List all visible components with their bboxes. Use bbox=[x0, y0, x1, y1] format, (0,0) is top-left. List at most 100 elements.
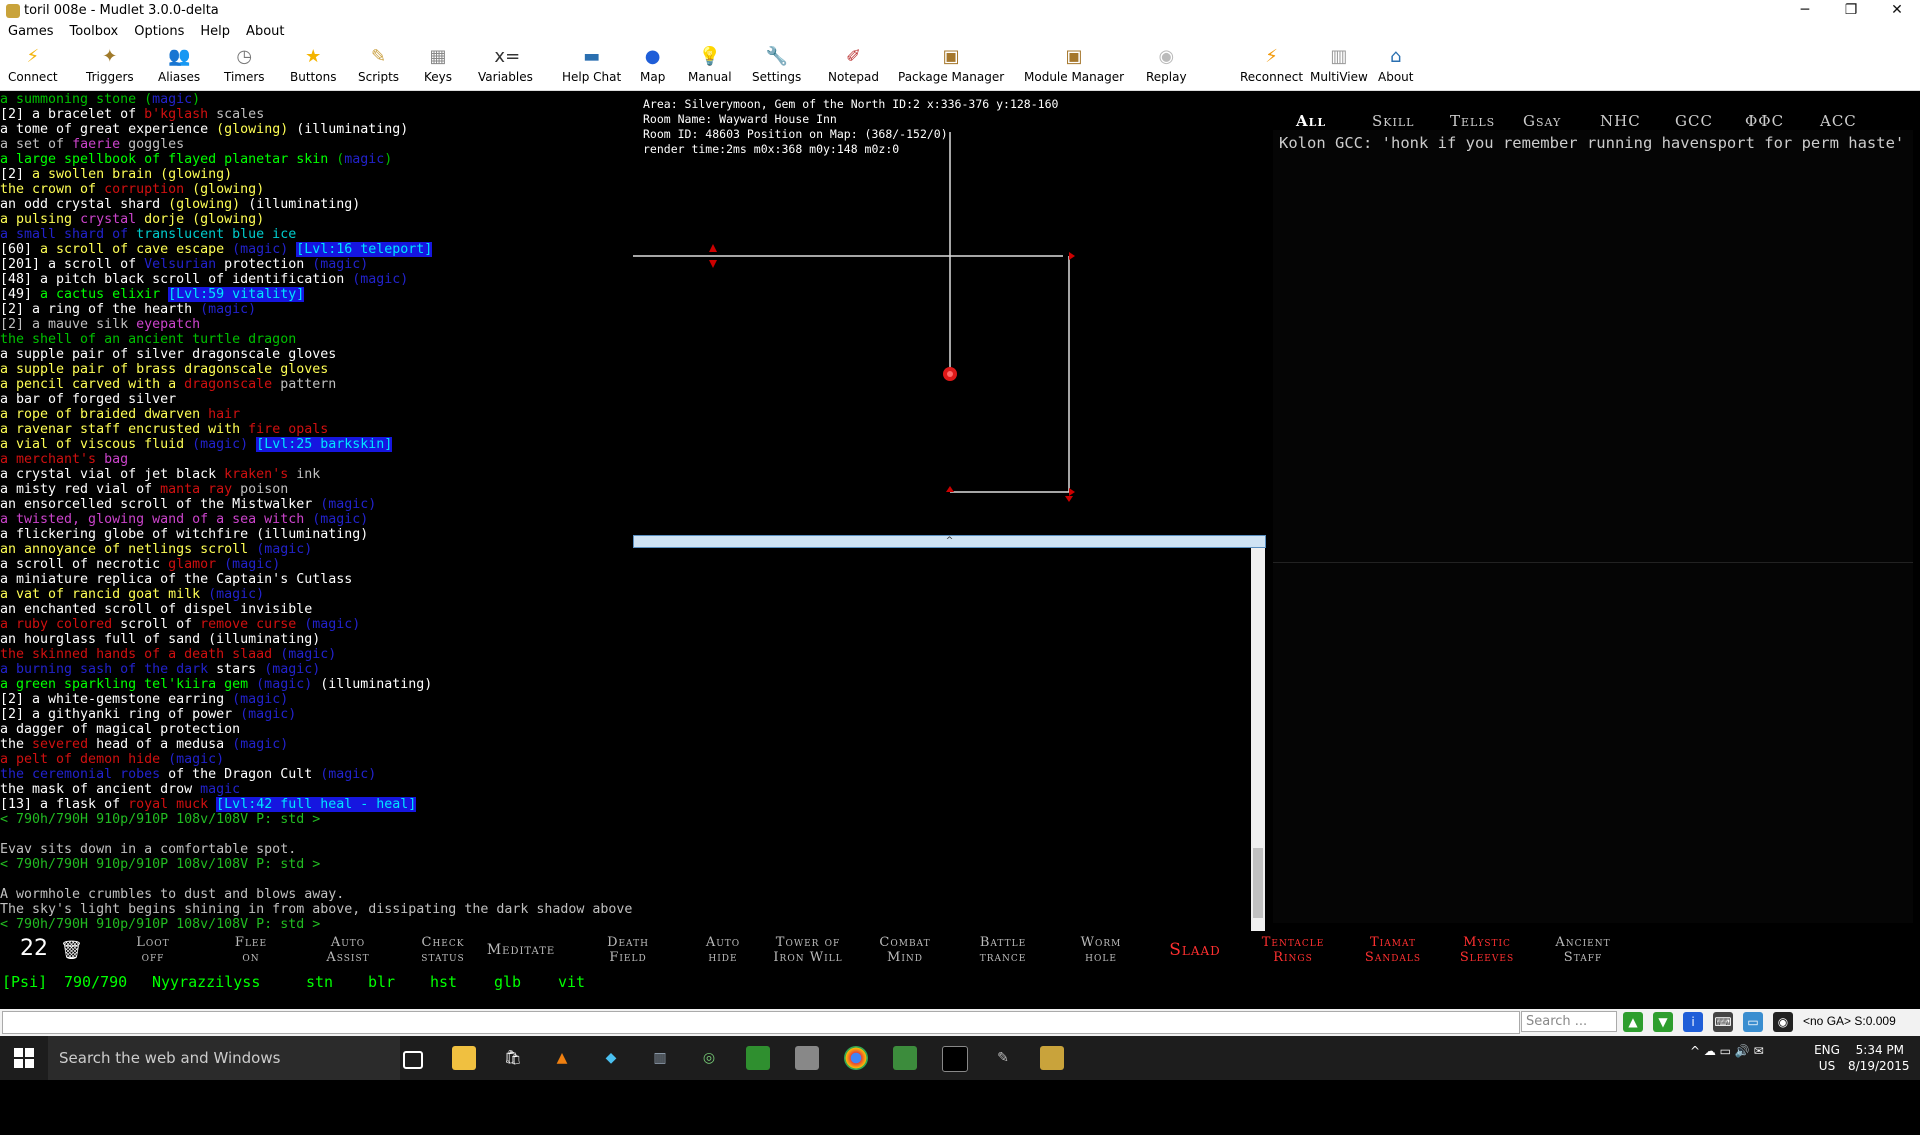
macro-button-1[interactable]: Flee on bbox=[208, 935, 294, 969]
file-explorer-icon[interactable] bbox=[452, 1046, 476, 1070]
chat-tab-4[interactable]: NHC bbox=[1600, 112, 1641, 130]
macro-button-line1: Battle bbox=[979, 935, 1027, 950]
toolbar-button-connect[interactable]: ⚡ Connect bbox=[8, 44, 58, 90]
toolbar-button-manual[interactable]: 💡 Manual bbox=[688, 44, 732, 90]
app-icon-diamond[interactable]: ◆ bbox=[599, 1046, 623, 1070]
excel-icon[interactable] bbox=[893, 1046, 917, 1070]
chat-tab-5[interactable]: GCC bbox=[1675, 112, 1713, 130]
keyboard-icon[interactable]: ⌨ bbox=[1713, 1012, 1733, 1032]
toolbar-button-map[interactable]: ● Map bbox=[640, 44, 665, 90]
toolbar-button-notepad[interactable]: ✐ Notepad bbox=[828, 44, 879, 90]
close-button[interactable]: ✕ bbox=[1874, 0, 1920, 22]
macro-button-13[interactable]: Tiamat Sandals bbox=[1350, 935, 1436, 969]
map-splitter-handle[interactable]: ^ bbox=[633, 535, 1266, 548]
macro-button-9[interactable]: Battle trance bbox=[960, 935, 1046, 969]
toolbar-button-timers[interactable]: ◷ Timers bbox=[224, 44, 265, 90]
toolbar-button-replay[interactable]: ◉ Replay bbox=[1146, 44, 1187, 90]
macro-button-15[interactable]: Ancient Staff bbox=[1540, 935, 1626, 969]
map-exit-marker bbox=[1069, 252, 1075, 260]
split-output-console[interactable] bbox=[633, 548, 1253, 931]
scrollbar-thumb[interactable] bbox=[1253, 848, 1263, 918]
toolbar-button-aliases[interactable]: 👥 Aliases bbox=[158, 44, 200, 90]
macro-button-2[interactable]: Auto Assist bbox=[305, 935, 391, 969]
toolbar-label: Manual bbox=[688, 70, 732, 84]
map-canvas[interactable] bbox=[633, 92, 1266, 535]
mudlet-taskbar-icon[interactable] bbox=[1040, 1046, 1064, 1070]
chat-tab-0[interactable]: All bbox=[1296, 112, 1326, 130]
database-icon[interactable] bbox=[795, 1046, 819, 1070]
system-tray-icons[interactable]: ^ ☁ ▭ 🔊 ✉ bbox=[1690, 1044, 1764, 1058]
terminal-icon[interactable] bbox=[942, 1046, 968, 1072]
menu-options[interactable]: Options bbox=[126, 22, 192, 39]
output-text: [2] a white-gemstone earring bbox=[0, 692, 233, 707]
chat-tab-7[interactable]: ACC bbox=[1820, 112, 1857, 130]
taskbar-clock[interactable]: 5:34 PM 8/19/2015 bbox=[1848, 1042, 1910, 1074]
output-text: an hourglass full of sand (illuminating) bbox=[0, 632, 321, 647]
vlc-icon[interactable]: ▲ bbox=[550, 1046, 574, 1070]
toolbar-button-reconnect[interactable]: ⚡ Reconnect bbox=[1240, 44, 1303, 90]
toolbar-button-buttons[interactable]: ★ Buttons bbox=[290, 44, 336, 90]
chat-tab-2[interactable]: Tells bbox=[1450, 112, 1495, 130]
minimize-button[interactable]: ─ bbox=[1782, 0, 1828, 22]
output-text: magic bbox=[152, 92, 193, 107]
input-language[interactable]: ENG US bbox=[1812, 1042, 1842, 1074]
secondary-chat-window[interactable] bbox=[1273, 562, 1913, 923]
mapper-panel[interactable]: Area: Silverymoon, Gem of the North ID:2… bbox=[633, 92, 1266, 535]
macro-button-line1: Mystic bbox=[1463, 935, 1511, 950]
library-icon[interactable]: ▥ bbox=[648, 1046, 672, 1070]
task-view-icon[interactable] bbox=[403, 1051, 423, 1069]
macro-button-0[interactable]: Loot off bbox=[110, 935, 196, 969]
macro-button-10[interactable]: Worm hole bbox=[1058, 935, 1144, 969]
app-icon-feather[interactable]: ✎ bbox=[991, 1046, 1015, 1070]
trash-icon[interactable]: 🗑 bbox=[60, 940, 83, 961]
toolbar-button-multiview[interactable]: ▥ MultiView bbox=[1310, 44, 1368, 90]
chat-tab-1[interactable]: Skill bbox=[1372, 112, 1414, 130]
scroll-down-icon[interactable]: ▼ bbox=[1653, 1012, 1673, 1032]
main-output-console[interactable]: a summoning stone (magic) [2] a bracelet … bbox=[0, 92, 633, 931]
output-text: [Lvl:59 vitality] bbox=[168, 287, 305, 302]
scroll-up-icon[interactable]: ▲ bbox=[1623, 1012, 1643, 1032]
macro-button-5[interactable]: Death Field bbox=[585, 935, 671, 969]
macro-button-11[interactable]: Slaad bbox=[1152, 935, 1238, 969]
macro-button-12[interactable]: Tentacle Rings bbox=[1250, 935, 1336, 969]
compact-input-icon[interactable]: ▭ bbox=[1743, 1012, 1763, 1032]
menu-toolbox[interactable]: Toolbox bbox=[61, 22, 126, 39]
app-icon-circle[interactable]: ◎ bbox=[697, 1046, 721, 1070]
macro-button-3[interactable]: Check status bbox=[400, 935, 486, 969]
toolbar-button-help-chat[interactable]: ▬ Help Chat bbox=[562, 44, 621, 90]
store-icon[interactable]: 🛍 bbox=[501, 1046, 525, 1070]
chrome-icon[interactable] bbox=[844, 1046, 868, 1070]
menu-about[interactable]: About bbox=[238, 22, 292, 39]
output-line: a twisted, glowing wand of a sea witch (… bbox=[0, 512, 633, 527]
command-input[interactable] bbox=[2, 1011, 1520, 1034]
toolbar-button-package-manager[interactable]: ▣ Package Manager bbox=[898, 44, 1004, 90]
taskbar-search[interactable]: Search the web and Windows bbox=[48, 1036, 400, 1080]
macro-button-7[interactable]: Tower of Iron Will bbox=[765, 935, 851, 969]
menu-games[interactable]: Games bbox=[0, 22, 61, 39]
output-text: [201] a scroll of bbox=[0, 257, 145, 272]
info-icon[interactable]: i bbox=[1683, 1012, 1703, 1032]
toolbar-button-module-manager[interactable]: ▣ Module Manager bbox=[1024, 44, 1124, 90]
record-icon[interactable]: ◉ bbox=[1773, 1012, 1793, 1032]
search-input[interactable]: Search ... bbox=[1521, 1011, 1617, 1032]
notepad-plus-icon[interactable] bbox=[746, 1046, 770, 1070]
macro-button-14[interactable]: Mystic Sleeves bbox=[1444, 935, 1530, 969]
chat-tab-3[interactable]: Gsay bbox=[1523, 112, 1561, 130]
output-scrollbar[interactable] bbox=[1251, 548, 1265, 931]
maximize-button[interactable]: ❐ bbox=[1828, 0, 1874, 22]
toolbar-button-variables[interactable]: x= Variables bbox=[478, 44, 533, 90]
toolbar-label: Triggers bbox=[86, 70, 134, 84]
windows-start-icon[interactable] bbox=[14, 1048, 34, 1068]
toolbar-button-scripts[interactable]: ✎ Scripts bbox=[358, 44, 399, 90]
macro-button-8[interactable]: Combat Mind bbox=[862, 935, 948, 969]
toolbar-button-keys[interactable]: ▦ Keys bbox=[424, 44, 452, 90]
toolbar-button-settings[interactable]: 🔧 Settings bbox=[752, 44, 801, 90]
macro-button-6[interactable]: Auto hide bbox=[680, 935, 766, 969]
chat-tab-6[interactable]: ΦΦC bbox=[1745, 112, 1784, 130]
output-line: a ruby colored scroll of remove curse (m… bbox=[0, 617, 633, 632]
toolbar-button-triggers[interactable]: ✦ Triggers bbox=[86, 44, 134, 90]
menu-help[interactable]: Help bbox=[192, 22, 238, 39]
macro-button-4[interactable]: Meditate bbox=[478, 935, 564, 969]
toolbar-button-about[interactable]: ⌂ About bbox=[1378, 44, 1413, 90]
